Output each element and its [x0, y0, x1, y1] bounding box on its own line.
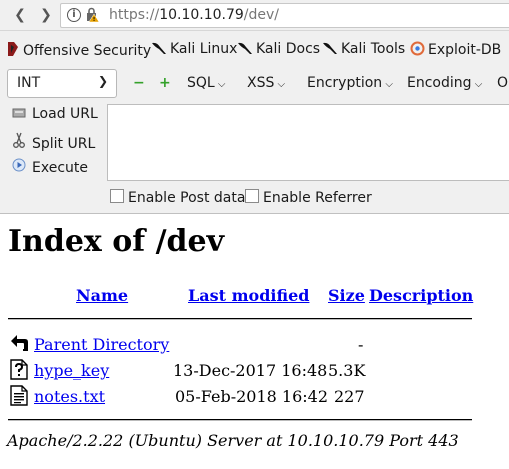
bookmarks-toolbar: Offensive Security Kali Linux Kali Docs … — [0, 31, 509, 63]
split-url-button[interactable]: Split URL — [11, 132, 95, 152]
sql-menu[interactable]: SQL ⌵ — [187, 75, 225, 91]
insecure-lock-icon[interactable] — [85, 7, 100, 26]
column-header-description[interactable]: Description — [369, 286, 473, 305]
column-header-last-modified[interactable]: Last modified — [188, 286, 309, 305]
bookmark-label: Kali Tools — [341, 41, 406, 57]
execute-label: Execute — [32, 160, 88, 176]
int-select-value: INT — [17, 75, 41, 91]
encoding-menu-label: Encoding — [407, 75, 472, 91]
back-icon[interactable]: ❮ — [10, 5, 30, 25]
bookmark-exploit-db[interactable]: Exploit-DB — [410, 41, 501, 58]
enable-referrer-checkbox[interactable]: Enable Referrer — [245, 189, 372, 206]
exploit-db-icon — [410, 41, 425, 56]
bookmark-offensive-security[interactable]: Offensive Security — [6, 41, 151, 59]
hackbar-panel: INT ❯ − + SQL ⌵ XSS ⌵ Encryption ⌵ Encod… — [0, 63, 509, 214]
divider — [8, 318, 472, 320]
split-url-label: Split URL — [32, 136, 96, 152]
load-url-label: Load URL — [32, 106, 98, 122]
other-menu-label: O — [497, 75, 509, 91]
file-link-hype-key[interactable]: hype_key — [34, 361, 109, 380]
encryption-menu-label: Encryption — [307, 75, 383, 91]
url-textarea[interactable] — [107, 104, 509, 181]
modified-cell: 13-Dec-2017 16:48 — [173, 361, 328, 380]
navigation-toolbar: ❮ ❯ i https://10.10.10.79/dev/ — [0, 0, 509, 31]
size-cell: - — [358, 335, 364, 354]
xss-menu-label: XSS — [247, 75, 275, 91]
url-path: /dev/ — [243, 7, 280, 23]
divider — [8, 419, 472, 421]
xss-menu[interactable]: XSS ⌵ — [247, 75, 285, 91]
scissors-icon — [11, 132, 27, 152]
size-cell: 227 — [334, 387, 365, 406]
enable-post-label: Enable Post data — [128, 190, 246, 206]
address-bar[interactable]: i https://10.10.10.79/dev/ — [60, 3, 509, 28]
chevron-down-icon: ⌵ — [274, 79, 286, 90]
parent-directory-link[interactable]: Parent Directory — [34, 335, 169, 354]
url-host: 10.10.10.79 — [159, 7, 244, 23]
minus-icon[interactable]: − — [133, 75, 145, 91]
enable-referrer-label: Enable Referrer — [263, 190, 372, 206]
bookmark-label: Exploit-DB — [428, 42, 502, 58]
forward-icon[interactable]: ❯ — [36, 5, 56, 25]
page-title: Index of /dev — [8, 224, 225, 259]
kali-dragon-icon — [238, 42, 252, 54]
chevron-down-icon: ❯ — [97, 74, 108, 88]
kali-dragon-icon — [323, 42, 337, 54]
bookmark-label: Offensive Security — [23, 43, 152, 59]
enable-post-checkbox[interactable]: Enable Post data — [110, 189, 245, 206]
bookmark-kali-docs[interactable]: Kali Docs — [237, 41, 320, 57]
hackbar-toolbar: INT ❯ − + SQL ⌵ XSS ⌵ Encryption ⌵ Encod… — [0, 69, 509, 99]
bookmark-label: Kali Linux — [170, 41, 238, 57]
url-text: https://10.10.10.79/dev/ — [109, 7, 279, 23]
other-menu[interactable]: O — [497, 75, 508, 91]
modified-cell: 05-Feb-2018 16:42 — [175, 387, 329, 406]
checkbox-icon[interactable] — [245, 189, 259, 203]
plus-icon[interactable]: + — [159, 75, 171, 91]
encoding-menu[interactable]: Encoding ⌵ — [407, 75, 482, 91]
load-url-button[interactable]: Load URL — [11, 106, 98, 122]
chevron-down-icon: ⌵ — [471, 79, 483, 90]
size-cell: 5.3K — [328, 361, 366, 380]
server-signature: Apache/2.2.22 (Ubuntu) Server at 10.10.1… — [7, 431, 459, 450]
bookmark-kali-tools[interactable]: Kali Tools — [322, 41, 405, 57]
play-icon — [11, 158, 27, 176]
execute-button[interactable]: Execute — [11, 158, 88, 176]
load-url-icon — [11, 106, 27, 122]
column-header-name[interactable]: Name — [76, 286, 128, 305]
offsec-icon — [8, 42, 18, 56]
kali-dragon-icon — [152, 42, 166, 54]
chevron-down-icon: ⌵ — [214, 79, 226, 90]
info-icon[interactable]: i — [67, 8, 81, 22]
chevron-down-icon: ⌵ — [382, 79, 393, 90]
bookmark-label: Kali Docs — [256, 41, 321, 57]
file-link-notes-txt[interactable]: notes.txt — [34, 387, 105, 406]
int-select[interactable]: INT ❯ — [7, 69, 117, 98]
bookmark-kali-linux[interactable]: Kali Linux — [151, 41, 237, 57]
encryption-menu[interactable]: Encryption ⌵ — [307, 75, 393, 91]
column-header-size[interactable]: Size — [328, 286, 365, 305]
unknown-file-icon — [10, 359, 30, 381]
back-arrow-icon — [10, 333, 30, 355]
sql-menu-label: SQL — [187, 75, 215, 91]
url-scheme: https:// — [109, 7, 160, 23]
checkbox-icon[interactable] — [110, 189, 124, 203]
text-file-icon — [10, 385, 30, 407]
